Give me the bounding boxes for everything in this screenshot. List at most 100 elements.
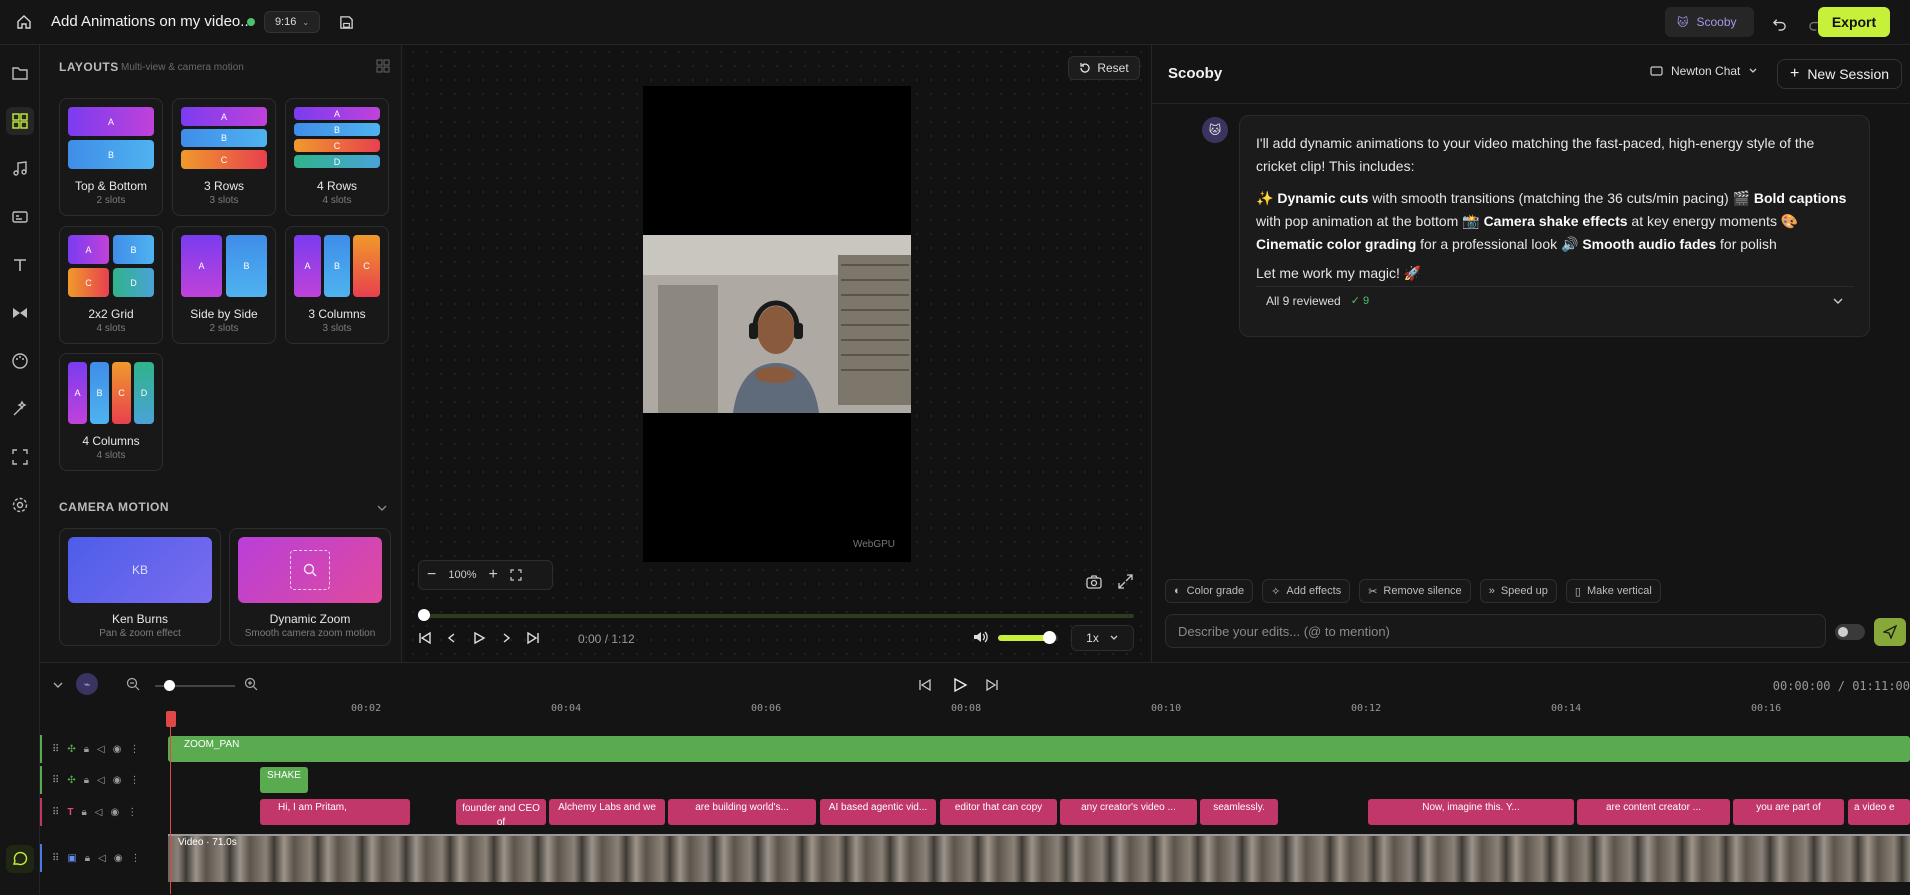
layout-card-top-bottom[interactable]: A B Top & Bottom 2 slots (59, 98, 163, 216)
visibility-eye-icon[interactable]: ◉ (114, 853, 123, 864)
chip-make-vertical[interactable]: ▯ Make vertical (1565, 579, 1661, 603)
playback-speed-select[interactable]: 1x (1071, 625, 1134, 651)
drag-handle-icon[interactable]: ⠿ (52, 807, 59, 818)
timeline-skip-back-icon[interactable] (918, 678, 932, 692)
track-header-zoom[interactable]: ⠿ ✣ 🔒︎ ◁ ◉ ⋮ (40, 735, 168, 763)
previous-frame-icon[interactable] (446, 632, 458, 644)
effects-icon[interactable] (6, 395, 34, 423)
grid-view-icon[interactable] (376, 59, 390, 73)
transitions-icon[interactable] (6, 299, 34, 327)
lock-icon[interactable]: 🔒︎ (85, 853, 90, 864)
playback-progress-handle[interactable] (418, 609, 430, 621)
send-button[interactable] (1874, 618, 1906, 646)
music-icon[interactable] (6, 155, 34, 183)
collapse-chevron-icon[interactable] (52, 679, 64, 691)
playhead-handle[interactable] (166, 711, 176, 727)
new-session-button[interactable]: + New Session (1777, 59, 1902, 89)
aspect-ratio-select[interactable]: 9:16 ⌄ (264, 11, 320, 33)
drag-handle-icon[interactable]: ⠿ (52, 744, 59, 755)
user-chip[interactable]: 🐱 Scooby (1665, 7, 1754, 37)
export-button[interactable]: Export (1818, 7, 1890, 37)
chip-remove-silence[interactable]: ✂ Remove silence (1359, 579, 1471, 603)
lock-icon[interactable]: 🔒︎ (81, 807, 86, 818)
visibility-eye-icon[interactable]: ◉ (113, 775, 122, 786)
shake-clip[interactable]: SHAKE (260, 767, 308, 793)
more-menu-icon[interactable]: ⋮ (129, 744, 139, 755)
zoom-in-magnifier-icon[interactable] (244, 677, 258, 691)
text-icon[interactable] (6, 251, 34, 279)
zoom-in-icon[interactable]: + (488, 566, 497, 584)
drag-handle-icon[interactable]: ⠿ (52, 853, 59, 864)
project-title[interactable]: Add Animations on my video... (51, 13, 253, 30)
undo-icon[interactable] (1768, 12, 1790, 34)
skip-to-end-icon[interactable] (526, 631, 540, 645)
caption-clip[interactable]: Now, imagine this. Y... (1368, 799, 1574, 825)
track-header-text[interactable]: ⠿ T 🔒︎ ◁ ◉ ⋮ (40, 798, 168, 826)
color-palette-icon[interactable] (6, 347, 34, 375)
caption-clip[interactable]: editor that can copy (940, 799, 1057, 825)
caption-clip[interactable]: Alchemy Labs and we (549, 799, 665, 825)
settings-gear-icon[interactable] (6, 491, 34, 519)
folder-icon[interactable] (6, 59, 34, 87)
caption-clip[interactable]: AI based agentic vid... (820, 799, 936, 825)
save-icon[interactable] (336, 12, 356, 32)
chip-speed-up[interactable]: » Speed up (1479, 579, 1557, 603)
snapshot-camera-icon[interactable] (1086, 575, 1102, 589)
visibility-eye-icon[interactable]: ◉ (110, 807, 119, 818)
timeline-zoom-slider-handle[interactable] (164, 680, 175, 691)
chip-add-effects[interactable]: ✧ Add effects (1262, 579, 1351, 603)
prompt-input[interactable] (1165, 614, 1826, 648)
layout-card-3-rows[interactable]: A B C 3 Rows 3 slots (172, 98, 276, 216)
layout-card-side-by-side[interactable]: A B Side by Side 2 slots (172, 226, 276, 344)
caption-clip[interactable]: a video e (1848, 799, 1910, 825)
caption-clip[interactable]: are content creator ... (1577, 799, 1730, 825)
layout-card-4-columns[interactable]: A B C D 4 Columns 4 slots (59, 353, 163, 471)
layout-card-4-rows[interactable]: A B C D 4 Rows 4 slots (285, 98, 389, 216)
crop-icon[interactable] (6, 443, 34, 471)
timeline-play-icon[interactable] (952, 677, 968, 693)
caption-clip[interactable]: Hi, I am Pritam, (260, 799, 410, 825)
layout-card-3-columns[interactable]: A B C 3 Columns 3 slots (285, 226, 389, 344)
visibility-eye-icon[interactable]: ◉ (113, 744, 122, 755)
caption-clip[interactable]: seamlessly. (1200, 799, 1278, 825)
captions-icon[interactable] (6, 203, 34, 231)
lock-icon[interactable]: 🔒︎ (84, 775, 89, 786)
video-clip-filmstrip[interactable] (168, 834, 1910, 882)
mute-icon[interactable]: ◁ (95, 807, 103, 818)
layout-card-2x2-grid[interactable]: A B C D 2x2 Grid 4 slots (59, 226, 163, 344)
timeline-ruler[interactable]: 00:02 00:04 00:06 00:08 00:10 00:12 00:1… (40, 703, 1910, 721)
chat-icon[interactable] (6, 845, 34, 873)
more-menu-icon[interactable]: ⋮ (131, 853, 141, 864)
reset-button[interactable]: Reset (1068, 56, 1140, 80)
track-header-video[interactable]: ⠿ ▣ 🔒︎ ◁ ◉ ⋮ (40, 844, 168, 872)
camera-motion-title[interactable]: CAMERA MOTION (59, 500, 169, 514)
magnet-snap-icon[interactable]: ⌁ (76, 673, 98, 695)
volume-icon[interactable] (972, 629, 988, 645)
caption-clip[interactable]: any creator's video ... (1060, 799, 1197, 825)
chat-mode-select[interactable]: Newton Chat (1650, 64, 1758, 78)
zoom-pan-clip[interactable]: ZOOM_PAN (168, 736, 1910, 762)
more-menu-icon[interactable]: ⋮ (129, 775, 139, 786)
lock-icon[interactable]: 🔒︎ (84, 744, 89, 755)
caption-clip[interactable]: founder and CEO of (456, 799, 546, 825)
skip-to-start-icon[interactable] (418, 631, 432, 645)
track-header-shake[interactable]: ⠿ ✣ 🔒︎ ◁ ◉ ⋮ (40, 766, 168, 794)
caption-clip[interactable]: you are part of (1733, 799, 1844, 825)
zoom-out-icon[interactable]: − (427, 566, 436, 584)
zoom-out-magnifier-icon[interactable] (126, 677, 140, 691)
mute-icon[interactable]: ◁ (97, 744, 105, 755)
timeline-skip-forward-icon[interactable] (985, 678, 999, 692)
fullscreen-expand-icon[interactable] (1118, 574, 1133, 589)
next-frame-icon[interactable] (500, 632, 512, 644)
mute-icon[interactable]: ◁ (98, 853, 106, 864)
drag-handle-icon[interactable]: ⠿ (52, 775, 59, 786)
playback-progress-track[interactable] (423, 614, 1134, 618)
chevron-down-icon[interactable] (376, 502, 388, 514)
mute-icon[interactable]: ◁ (97, 775, 105, 786)
review-summary-row[interactable]: All 9 reviewed ✓ 9 (1256, 286, 1854, 316)
more-menu-icon[interactable]: ⋮ (127, 807, 137, 818)
layouts-icon[interactable] (6, 107, 34, 135)
fit-screen-icon[interactable] (510, 569, 522, 581)
home-icon[interactable] (14, 12, 34, 32)
camera-motion-dynamic-zoom[interactable]: Dynamic Zoom Smooth camera zoom motion (229, 528, 391, 646)
